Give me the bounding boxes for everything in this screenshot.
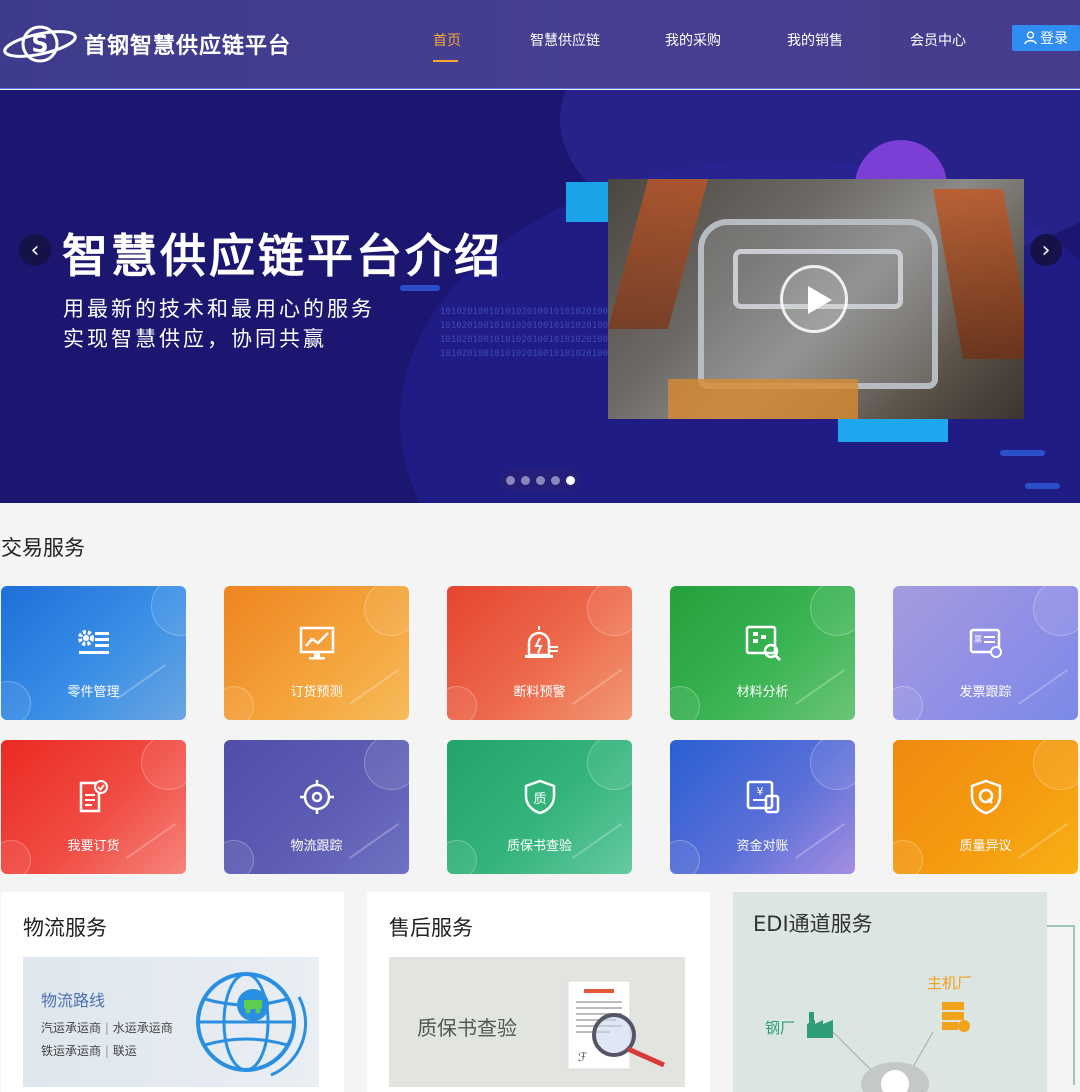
tile-label: 零件管理 bbox=[67, 685, 120, 700]
carousel-dots bbox=[500, 469, 580, 491]
banner-prev-arrow[interactable]: ‹ bbox=[19, 234, 51, 266]
brand-name: 首钢智慧供应链平台 bbox=[84, 34, 292, 59]
tile-label: 材料分析 bbox=[736, 685, 789, 700]
tile-invoice-tracking[interactable]: 票 发票跟踪 bbox=[893, 586, 1078, 720]
trade-services-title: 交易服务 bbox=[1, 536, 85, 560]
edi-service-title: EDI通道服务 bbox=[753, 912, 873, 936]
tile-label: 我要订货 bbox=[67, 839, 120, 854]
banner-subtitle: 实现智慧供应，协同共赢 bbox=[63, 327, 327, 351]
play-icon[interactable] bbox=[780, 265, 848, 333]
carousel-dot[interactable] bbox=[550, 475, 560, 485]
tile-order-forecast[interactable]: 订货预测 bbox=[224, 586, 409, 720]
order-doc-icon bbox=[79, 780, 108, 813]
edi-decor-frame bbox=[1047, 925, 1075, 1085]
tile-label: 订货预测 bbox=[290, 685, 343, 700]
tile-shortage-alert[interactable]: 断料预警 bbox=[447, 586, 632, 720]
invoice-icon: 票 bbox=[969, 628, 1002, 658]
q-shield-icon bbox=[970, 779, 1002, 815]
tile-material-analysis[interactable]: 材料分析 bbox=[670, 586, 855, 720]
logistics-route-title: 物流路线 bbox=[41, 991, 106, 1010]
forecast-chart-icon bbox=[299, 626, 335, 660]
yuan-doc-icon: ¥ bbox=[746, 780, 780, 814]
login-button[interactable]: 登录 bbox=[1012, 25, 1080, 51]
nav-my-purchase[interactable]: 我的采购 bbox=[665, 30, 721, 50]
nav-my-sales[interactable]: 我的销售 bbox=[787, 30, 843, 50]
rail-carrier-label: 铁运承运商 bbox=[41, 1044, 102, 1058]
carousel-dot[interactable] bbox=[520, 475, 530, 485]
nav-member-center[interactable]: 会员中心 bbox=[910, 30, 966, 50]
svg-text:ℱ: ℱ bbox=[578, 1050, 588, 1064]
intermodal-label: 联运 bbox=[112, 1044, 137, 1058]
svg-text:101020100101010201001010102010: 1010201001010102010010101020100101010201 bbox=[440, 349, 610, 359]
logistics-route-line: 铁运承运商 | 联运 bbox=[41, 1044, 137, 1058]
svg-text:101020100101010201001010102010: 1010201001010102010010101020100101010201 bbox=[440, 321, 610, 331]
carousel-dot[interactable] bbox=[505, 475, 515, 485]
warranty-check-label: 质保书查验 bbox=[417, 1016, 517, 1040]
quality-shield-icon: 质 bbox=[524, 779, 556, 815]
nav-smart-supply-chain[interactable]: 智慧供应链 bbox=[530, 30, 600, 50]
logistics-route-image[interactable]: 物流路线 汽运承运商 | 水运承运商 铁运承运商 | 联运 bbox=[23, 957, 319, 1087]
banner-title: 智慧供应链平台介绍 bbox=[62, 229, 503, 283]
svg-text:票: 票 bbox=[974, 635, 982, 644]
logistics-service-card[interactable]: 物流服务 物流路线 汽运承运商 | 水运承运商 铁运承运商 | 联运 bbox=[1, 892, 344, 1092]
hero-banner: 1010201001010102010010101020100101010201… bbox=[0, 90, 1080, 503]
warranty-check-image[interactable]: 质保书查验 ℱ bbox=[389, 957, 685, 1087]
top-header: S 首钢智慧供应链平台 首页 智慧供应链 我的采购 我的销售 会员中心 登录 bbox=[0, 0, 1080, 89]
svg-text:S: S bbox=[31, 30, 48, 58]
magnifier-document-icon: ℱ bbox=[567, 980, 666, 1070]
video-robot-arm bbox=[933, 189, 1024, 359]
parts-gear-icon bbox=[78, 630, 109, 654]
logistics-service-title: 物流服务 bbox=[23, 916, 107, 940]
svg-text:¥: ¥ bbox=[757, 785, 764, 798]
brand-logo[interactable]: S 首钢智慧供应链平台 bbox=[2, 22, 291, 66]
globe-truck-icon bbox=[196, 972, 307, 1077]
banner-deco-square bbox=[566, 182, 608, 222]
banner-binary-pattern: 1010201001010102010010101020100101010201… bbox=[440, 307, 610, 359]
tile-label: 资金对账 bbox=[736, 839, 789, 854]
tile-warranty-check[interactable]: 质 质保书查验 bbox=[447, 740, 632, 874]
tile-label: 断料预警 bbox=[513, 685, 566, 700]
tile-parts-management[interactable]: 零件管理 bbox=[1, 586, 186, 720]
water-carrier-label: 水运承运商 bbox=[112, 1021, 173, 1035]
tile-label: 质量异议 bbox=[959, 839, 1012, 854]
tile-logistics-tracking[interactable]: 物流跟踪 bbox=[224, 740, 409, 874]
shougang-logo-icon: S bbox=[3, 25, 77, 63]
server-icon bbox=[942, 1002, 970, 1032]
edi-service-card[interactable]: EDI通道服务 主机厂 钢厂 bbox=[733, 892, 1047, 1092]
carousel-dot-active[interactable] bbox=[565, 475, 575, 485]
svg-text:质: 质 bbox=[533, 792, 546, 807]
tile-place-order[interactable]: 我要订货 bbox=[1, 740, 186, 874]
after-sales-service-title: 售后服务 bbox=[389, 916, 473, 940]
host-factory-label: 主机厂 bbox=[927, 974, 973, 992]
tile-label: 物流跟踪 bbox=[290, 839, 343, 854]
user-icon bbox=[1024, 31, 1037, 45]
tile-fund-reconciliation[interactable]: ¥ 资金对账 bbox=[670, 740, 855, 874]
banner-deco-dash bbox=[1000, 450, 1045, 456]
tile-quality-objection[interactable]: 质量异议 bbox=[893, 740, 1078, 874]
alarm-icon bbox=[525, 626, 558, 658]
intro-video[interactable] bbox=[608, 179, 1024, 419]
banner-deco-bar bbox=[838, 418, 948, 442]
road-carrier-label: 汽运承运商 bbox=[41, 1021, 102, 1035]
material-analysis-icon bbox=[745, 625, 782, 662]
video-robot-arm bbox=[608, 179, 709, 329]
svg-text:101020100101010201001010102010: 1010201001010102010010101020100101010201 bbox=[440, 335, 610, 345]
after-sales-service-card[interactable]: 售后服务 质保书查验 ℱ bbox=[367, 892, 710, 1092]
banner-next-arrow[interactable]: › bbox=[1030, 234, 1062, 266]
logistics-route-line: 汽运承运商 | 水运承运商 bbox=[41, 1021, 173, 1035]
login-label: 登录 bbox=[1040, 31, 1068, 47]
nav-active-underline bbox=[433, 60, 458, 62]
cloud-network-icon bbox=[833, 1032, 934, 1092]
tile-label: 质保书查验 bbox=[506, 839, 572, 854]
banner-subtitle: 用最新的技术和最用心的服务 bbox=[63, 297, 375, 321]
banner-deco-dash bbox=[1025, 483, 1060, 489]
nav-home[interactable]: 首页 bbox=[433, 30, 461, 50]
video-floor bbox=[668, 379, 858, 419]
target-icon bbox=[300, 780, 334, 814]
steel-mill-label: 钢厂 bbox=[765, 1019, 796, 1037]
carousel-dot[interactable] bbox=[535, 475, 545, 485]
svg-text:101020100101010201001010102010: 1010201001010102010010101020100101010201 bbox=[440, 307, 610, 317]
tile-label: 发票跟踪 bbox=[959, 685, 1012, 700]
